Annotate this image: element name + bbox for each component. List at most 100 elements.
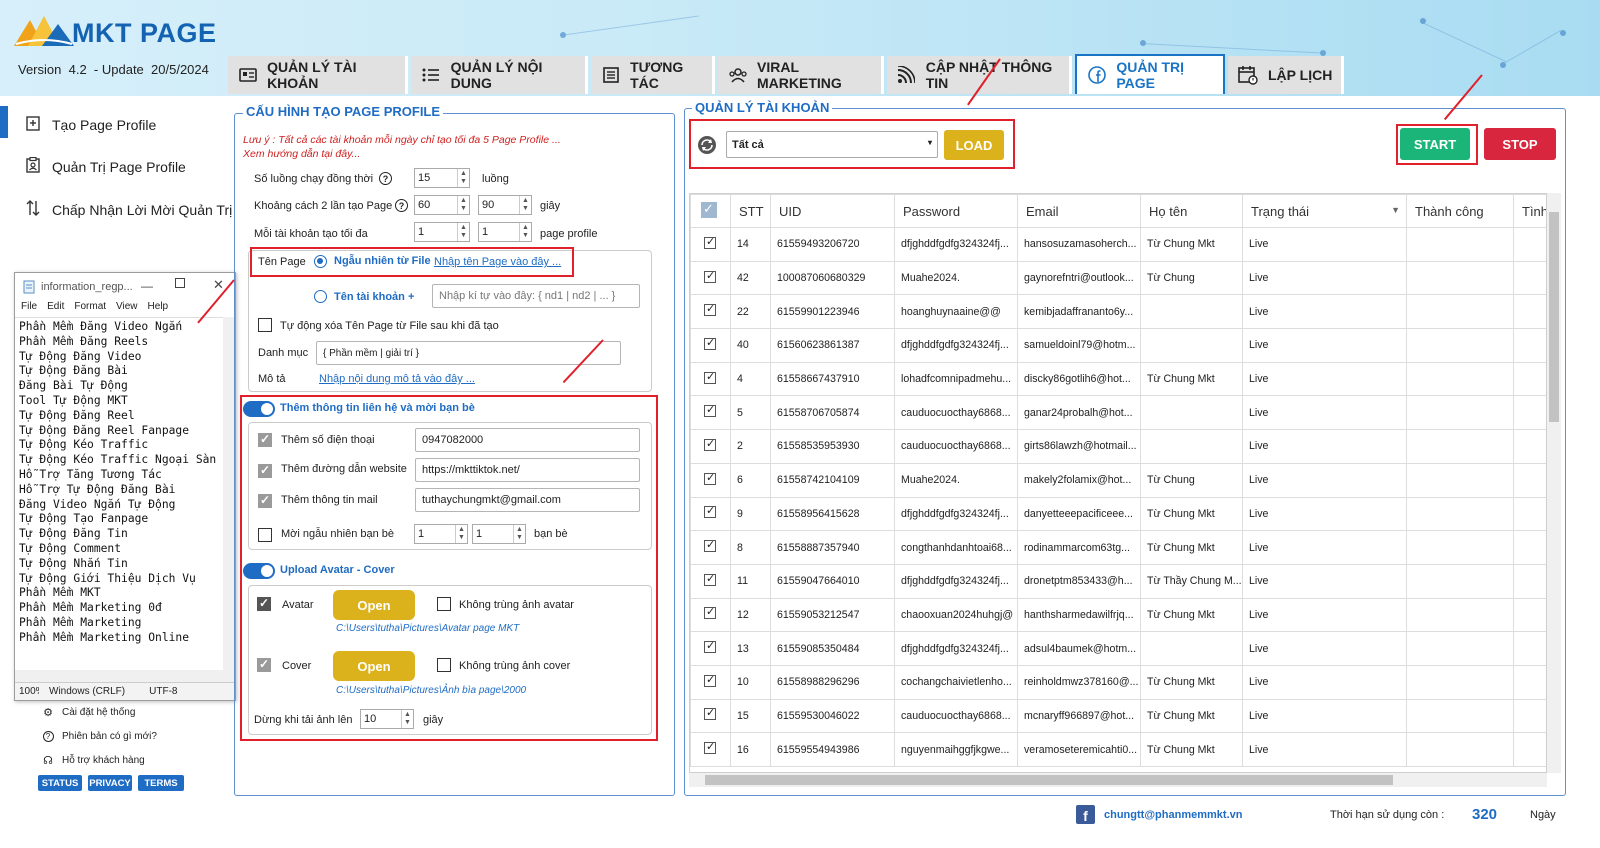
- menu-edit[interactable]: Edit: [47, 301, 64, 317]
- table-row[interactable]: 1561559530046022cauduocuocthay6868...mcn…: [690, 698, 1546, 734]
- start-button[interactable]: START: [1400, 128, 1470, 160]
- notepad-window[interactable]: information_regp... — ✕ File Edit Format…: [14, 272, 236, 701]
- notepad-horizontal-scrollbar[interactable]: [15, 670, 225, 682]
- website-input[interactable]: https://mkttiktok.net/: [415, 458, 640, 482]
- invite-max-stepper[interactable]: 1 ▲ ▼: [472, 524, 526, 544]
- account-suffix-input[interactable]: Nhập kí tự vào đây: { nd1 | nd2 | ... }: [432, 284, 640, 308]
- table-vertical-scroll-thumb[interactable]: [1549, 212, 1559, 422]
- tab-viral-marketing[interactable]: VIRAL MARKETING: [718, 56, 884, 94]
- auto-delete-checkbox[interactable]: [258, 318, 272, 332]
- stepper-arrows[interactable]: ▲ ▼: [513, 525, 525, 543]
- tab-page-admin[interactable]: QUẢN TRỊ PAGE: [1075, 54, 1225, 94]
- column-header-email[interactable]: Email: [1017, 194, 1141, 228]
- invite-friends-checkbox[interactable]: [258, 528, 272, 542]
- row-checkbox[interactable]: [690, 597, 731, 633]
- unique-cover-checkbox[interactable]: [437, 658, 451, 672]
- whats-new-link[interactable]: ? Phiên bản có gì mới?: [42, 730, 157, 742]
- system-settings-link[interactable]: ⚙ Cài đặt hệ thống: [42, 706, 135, 719]
- refresh-icon[interactable]: [697, 135, 717, 155]
- stepper-arrows[interactable]: ▲ ▼: [401, 710, 413, 728]
- terms-button[interactable]: TERMS: [138, 775, 184, 791]
- row-checkbox[interactable]: [690, 496, 731, 532]
- filter-dropdown-icon[interactable]: ▼: [1391, 205, 1400, 215]
- table-row[interactable]: 861558887357940congthanhdanhtoai68...rod…: [690, 530, 1546, 565]
- table-row[interactable]: 1161559047664010dfjghddfgdfg324324fj...d…: [690, 563, 1546, 599]
- interval-max-stepper[interactable]: 90 ▲ ▼: [478, 195, 532, 215]
- mail-checkbox[interactable]: [258, 493, 272, 508]
- table-horizontal-scroll-thumb[interactable]: [705, 775, 1393, 785]
- table-row[interactable]: 1361559085350484dfjghddfgdfg324324fj...a…: [690, 631, 1546, 666]
- interval-min-stepper[interactable]: 60 ▲ ▼: [414, 195, 470, 215]
- row-checkbox[interactable]: [690, 260, 731, 296]
- notepad-text-area[interactable]: Phần Mềm Đăng Video Ngắn Phần Mềm Đăng Re…: [15, 317, 223, 672]
- row-checkbox[interactable]: [690, 563, 731, 599]
- sidebar-item-create-page-profile[interactable]: Tạo Page Profile: [24, 115, 156, 134]
- maximize-icon[interactable]: [175, 278, 185, 288]
- enter-description-link[interactable]: Nhập nội dung mô tả vào đây ...: [319, 373, 475, 385]
- row-checkbox[interactable]: [690, 429, 731, 464]
- table-row[interactable]: 42100087060680329Muahe2024.gaynorefntri@…: [690, 260, 1546, 296]
- table-row[interactable]: 1261559053212547chaooxuan2024huhgj@hanth…: [690, 597, 1546, 633]
- table-row[interactable]: 661558742104109Muahe2024.makely2folamix@…: [690, 462, 1546, 498]
- invite-min-stepper[interactable]: 1 ▲ ▼: [414, 524, 468, 544]
- stop-button[interactable]: STOP: [1484, 128, 1556, 160]
- account-filter-select[interactable]: Tất cả ▾: [726, 131, 938, 158]
- mail-input[interactable]: tuthaychungmkt@gmail.com: [415, 488, 640, 512]
- tab-interaction[interactable]: TƯƠNG TÁC: [591, 56, 715, 94]
- column-header-status[interactable]: Trạng thái ▼: [1242, 194, 1407, 228]
- customer-support-link[interactable]: ☊ Hỗ trợ khách hàng: [42, 754, 145, 767]
- table-row[interactable]: 2261559901223946hoanghuynaaine@@kemibjad…: [690, 294, 1546, 330]
- stepper-arrows[interactable]: ▲ ▼: [519, 196, 531, 214]
- table-row[interactable]: 961558956415628dfjghddfgdfg324324fj...da…: [690, 496, 1546, 532]
- column-header-name[interactable]: Họ tên: [1140, 194, 1243, 228]
- select-all-checkbox[interactable]: [690, 194, 731, 228]
- enter-page-name-link[interactable]: Nhập tên Page vào đây ...: [434, 256, 561, 268]
- row-checkbox[interactable]: [690, 361, 731, 397]
- stepper-arrows[interactable]: ▲ ▼: [455, 525, 467, 543]
- stepper-arrows[interactable]: ▲ ▼: [519, 223, 531, 241]
- status-button[interactable]: STATUS: [38, 775, 82, 791]
- avatar-open-button[interactable]: Open: [333, 590, 415, 620]
- row-checkbox[interactable]: [690, 664, 731, 700]
- avatar-checkbox[interactable]: [257, 596, 271, 611]
- table-row[interactable]: 261558535953930cauduocuocthay6868...girt…: [690, 429, 1546, 464]
- column-header-uid[interactable]: UID: [770, 194, 895, 228]
- menu-file[interactable]: File: [21, 301, 37, 317]
- stepper-arrows[interactable]: ▲ ▼: [457, 223, 469, 241]
- cover-open-button[interactable]: Open: [333, 651, 415, 681]
- stepper-arrows[interactable]: ▲ ▼: [457, 196, 469, 214]
- phone-input[interactable]: 0947082000: [415, 428, 640, 452]
- website-checkbox[interactable]: [258, 463, 272, 478]
- table-row[interactable]: 1661559554943986nguyenmaihggfjkgwe...ver…: [690, 732, 1546, 767]
- stepper-arrows[interactable]: ▲ ▼: [457, 169, 469, 187]
- facebook-icon[interactable]: f: [1076, 805, 1095, 824]
- upload-avatar-cover-toggle[interactable]: [243, 563, 275, 579]
- table-row[interactable]: 561558706705874cauduocuocthay6868...gana…: [690, 395, 1546, 431]
- table-row[interactable]: 1461559493206720dfjghddfgdfg324324fj...h…: [690, 227, 1546, 262]
- load-button[interactable]: LOAD: [944, 130, 1004, 160]
- row-checkbox[interactable]: [690, 395, 731, 431]
- menu-view[interactable]: View: [116, 301, 138, 317]
- menu-format[interactable]: Format: [74, 301, 106, 317]
- minimize-icon[interactable]: —: [141, 279, 153, 293]
- column-header-password[interactable]: Password: [894, 194, 1018, 228]
- category-input[interactable]: { Phần mềm | giải trí }: [316, 341, 621, 365]
- tab-schedule[interactable]: LẬP LỊCH: [1228, 56, 1344, 94]
- row-checkbox[interactable]: [690, 631, 731, 666]
- row-checkbox[interactable]: [690, 530, 731, 565]
- table-row[interactable]: 461558667437910lohadfcomnipadmehu...disc…: [690, 361, 1546, 397]
- radio-random-from-file[interactable]: [314, 255, 327, 268]
- sidebar-item-manage-page-profile[interactable]: Quản Trị Page Profile: [24, 156, 186, 176]
- max-min-stepper[interactable]: 1 ▲ ▼: [414, 222, 470, 242]
- column-header-stt[interactable]: STT: [730, 194, 771, 228]
- row-checkbox[interactable]: [690, 294, 731, 330]
- phone-checkbox[interactable]: [258, 432, 272, 447]
- privacy-button[interactable]: PRIVACY: [88, 775, 132, 791]
- row-checkbox[interactable]: [690, 328, 731, 363]
- stop-upload-stepper[interactable]: 10 ▲ ▼: [360, 709, 414, 729]
- support-email[interactable]: chungtt@phanmemmkt.vn: [1104, 809, 1242, 821]
- unique-avatar-checkbox[interactable]: [437, 597, 451, 611]
- tab-account-management[interactable]: QUẢN LÝ TÀI KHOẢN: [228, 56, 408, 94]
- sidebar-item-accept-admin-invite[interactable]: Chấp Nhận Lời Mời Quản Trị: [24, 199, 232, 220]
- row-checkbox[interactable]: [690, 732, 731, 767]
